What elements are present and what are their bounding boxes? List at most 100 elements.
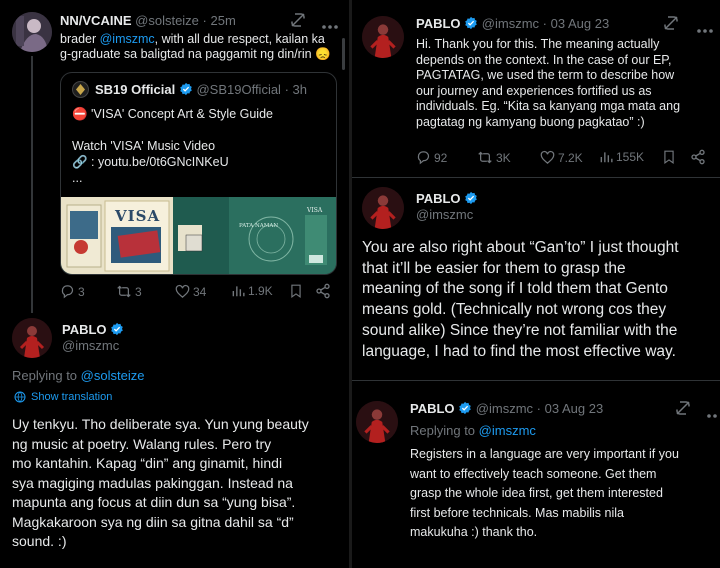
replying-label: Replying to: [410, 423, 479, 438]
text-line: You are also right about “Gan’to” I just…: [362, 239, 679, 256]
t3-header: PABLO @imszmc · 03 Aug 23: [410, 401, 603, 418]
avatar-image: [356, 401, 398, 443]
views-count: 155K: [616, 150, 645, 164]
bookmark-icon[interactable]: [662, 149, 676, 170]
replying-to: Replying to @solsteize: [12, 368, 144, 383]
replying-to: Replying to @imszmc: [410, 423, 536, 438]
left-screenshot-panel: NN/VCAINE @solsteize · 25m brader @imszm…: [0, 0, 349, 568]
text-line1-rest: , with all due respect, kailan ka: [154, 32, 325, 46]
show-translation-button[interactable]: Show translation: [14, 391, 112, 403]
retweet-count: 3K: [496, 150, 511, 165]
translate-icon: [14, 391, 26, 403]
text-line: Hi. Thank you for this. The meaning actu…: [416, 37, 660, 51]
t2-text: You are also right about “Gan’to” I just…: [362, 238, 720, 362]
author-name[interactable]: PABLO: [62, 322, 107, 337]
separator-dot: ·: [202, 13, 207, 28]
avatar-pablo[interactable]: [362, 16, 404, 58]
avatar-image: [362, 187, 404, 229]
more-icon[interactable]: [706, 406, 720, 424]
author-handle[interactable]: @imszmc: [62, 338, 119, 353]
mention-link[interactable]: @imszmc: [100, 32, 155, 46]
quote-line1: ⛔ 'VISA' Concept Art & Style Guide: [72, 107, 273, 121]
views-count: 1.9K: [248, 284, 273, 298]
scrollbar[interactable]: [342, 38, 345, 70]
sb19-avatar[interactable]: [72, 81, 89, 98]
verified-icon: [464, 191, 478, 208]
views-button[interactable]: 155K: [599, 150, 644, 164]
author-handle[interactable]: @imszmc: [482, 16, 539, 31]
avatar-solsteize[interactable]: [12, 12, 52, 52]
separator: [352, 177, 720, 178]
grok-icon[interactable]: [674, 399, 692, 422]
retweet-button[interactable]: 3K: [477, 150, 511, 165]
author-name[interactable]: PABLO: [410, 401, 455, 416]
separator: [352, 380, 720, 381]
author-handle[interactable]: @solsteize: [135, 13, 199, 28]
poster-visa-title: VISA: [115, 207, 161, 225]
verified-icon: [179, 82, 193, 99]
share-icon[interactable]: [315, 283, 331, 304]
tweet-time[interactable]: 03 Aug 23: [551, 16, 610, 31]
text-line: PAGTATAG, we used the term to describe h…: [416, 68, 675, 82]
author-name[interactable]: PABLO: [416, 16, 461, 31]
text-prefix: brader: [60, 32, 100, 46]
author-name[interactable]: NN/VCAINE: [60, 13, 132, 28]
author-handle[interactable]: @imszmc: [416, 207, 473, 222]
verified-icon: [464, 16, 478, 33]
reply-button[interactable]: 92: [416, 150, 447, 165]
replying-to-link[interactable]: @solsteize: [81, 368, 145, 383]
share-icon[interactable]: [690, 149, 706, 170]
grok-icon[interactable]: [662, 14, 680, 37]
quote-author-name[interactable]: SB19 Official: [95, 82, 175, 97]
text-line: want to effectively teach someone. Get t…: [410, 466, 657, 481]
text-line: sound alike) Since they’re not familiar …: [362, 321, 678, 339]
avatar-pablo[interactable]: [356, 401, 398, 443]
retweet-button[interactable]: 3: [116, 284, 142, 299]
text-line: language, I had to find the most effecti…: [362, 342, 676, 360]
poster-brand-text: VISA: [307, 207, 323, 214]
avatar-pablo[interactable]: [362, 187, 404, 229]
text-line: makukuha :) thank tho.: [410, 525, 538, 539]
text-line: that it’ll be easier for them to grasp t…: [362, 259, 626, 277]
text-line: individuals. Eg. “Kita sa kanyang mga ma…: [416, 99, 681, 113]
quote-media-image[interactable]: VISA PATA NAMAN VISA: [61, 197, 336, 274]
poster-small-text: PATA NAMAN: [239, 223, 279, 229]
grok-icon[interactable]: [289, 11, 307, 34]
avatar-image: [362, 16, 404, 58]
verified-icon: [458, 401, 472, 418]
quote-handle[interactable]: @SB19Official: [196, 82, 281, 97]
views-icon: [600, 152, 613, 163]
t1-text: Hi. Thank you for this. The meaning actu…: [416, 37, 716, 130]
like-count: 34: [193, 284, 207, 299]
like-button[interactable]: 7.2K: [540, 150, 583, 165]
t2-header: PABLO: [416, 191, 478, 208]
text-line: sya magiging madulas pakinggan. Instead …: [12, 474, 293, 491]
retweet-icon: [117, 285, 131, 298]
author-name[interactable]: PABLO: [416, 191, 461, 206]
reply-button[interactable]: 3: [60, 284, 85, 299]
like-icon: [175, 284, 190, 298]
thread-line: [31, 56, 33, 313]
quote-link[interactable]: 🔗 : youtu.be/0t6GNcINKeU: [72, 154, 332, 170]
text-line: first before technicals. Mas mabilis nil…: [410, 505, 624, 520]
quote-time[interactable]: 3h: [293, 82, 307, 97]
text-line: grasp the whole idea first, get them int…: [410, 486, 663, 500]
retweet-count: 3: [135, 284, 142, 299]
show-translation-label: Show translation: [31, 391, 113, 403]
author-handle[interactable]: @imszmc: [476, 401, 533, 416]
reply-count: 3: [78, 284, 85, 299]
avatar-pablo[interactable]: [12, 318, 52, 358]
bookmark-icon[interactable]: [289, 283, 303, 304]
tweet-time[interactable]: 03 Aug 23: [545, 401, 604, 416]
tweet-time[interactable]: 25m: [211, 13, 236, 28]
replying-to-link[interactable]: @imszmc: [479, 423, 536, 438]
separator-dot: ·: [542, 16, 548, 31]
reply-count: 92: [434, 150, 448, 165]
views-button[interactable]: 1.9K: [231, 284, 273, 298]
quoted-tweet-card[interactable]: SB19 Official @SB19Official · 3h ⛔ 'VISA…: [60, 72, 337, 275]
text-line: our journey and experiences fortified us…: [416, 83, 652, 98]
text-line: Registers in a language are very importa…: [410, 447, 679, 461]
quote-line2: Watch 'VISA' Music Video: [72, 139, 216, 153]
like-button[interactable]: 34: [175, 284, 206, 299]
avatar-image: [12, 318, 52, 358]
